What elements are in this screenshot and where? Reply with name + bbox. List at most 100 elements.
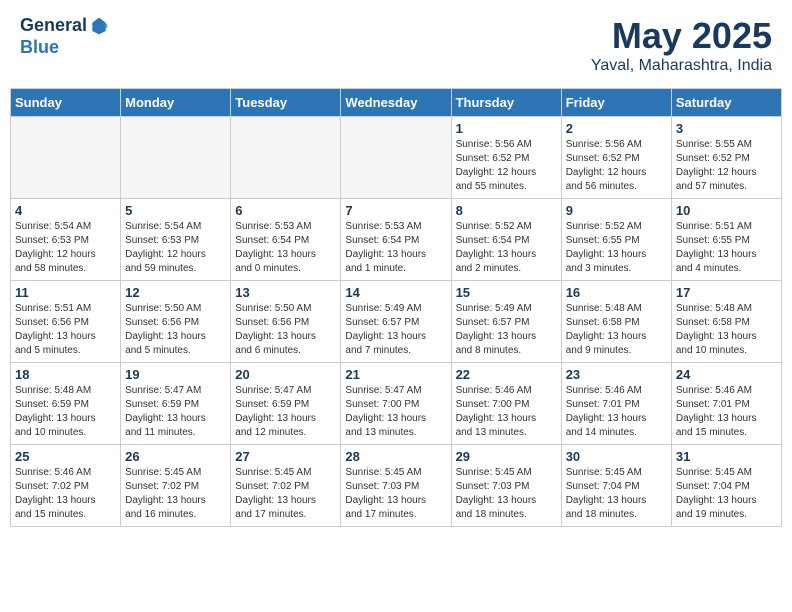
calendar-cell: 13 Sunrise: 5:50 AM Sunset: 6:56 PM Dayli… <box>231 281 341 363</box>
day-number: 21 <box>345 367 446 382</box>
day-info: Sunrise: 5:50 AM Sunset: 6:56 PM Dayligh… <box>235 302 336 358</box>
day-number: 6 <box>235 203 336 218</box>
day-info: Sunrise: 5:48 AM Sunset: 6:58 PM Dayligh… <box>676 302 777 358</box>
day-info: Sunrise: 5:45 AM Sunset: 7:03 PM Dayligh… <box>345 466 446 522</box>
day-number: 12 <box>125 285 226 300</box>
weekday-header-saturday: Saturday <box>671 89 781 117</box>
main-title: May 2025 <box>591 15 772 57</box>
weekday-header-tuesday: Tuesday <box>231 89 341 117</box>
weekday-header-row: SundayMondayTuesdayWednesdayThursdayFrid… <box>11 89 782 117</box>
day-number: 16 <box>566 285 667 300</box>
day-number: 26 <box>125 449 226 464</box>
title-block: May 2025 Yaval, Maharashtra, India <box>591 15 772 75</box>
day-info: Sunrise: 5:51 AM Sunset: 6:55 PM Dayligh… <box>676 220 777 276</box>
calendar-week-row: 4 Sunrise: 5:54 AM Sunset: 6:53 PM Daylig… <box>11 199 782 281</box>
day-number: 28 <box>345 449 446 464</box>
calendar-cell: 12 Sunrise: 5:50 AM Sunset: 6:56 PM Dayli… <box>121 281 231 363</box>
day-number: 3 <box>676 121 777 136</box>
day-number: 18 <box>15 367 116 382</box>
day-number: 13 <box>235 285 336 300</box>
logo-icon <box>89 16 109 36</box>
weekday-header-friday: Friday <box>561 89 671 117</box>
calendar-week-row: 11 Sunrise: 5:51 AM Sunset: 6:56 PM Dayli… <box>11 281 782 363</box>
day-number: 29 <box>456 449 557 464</box>
calendar-week-row: 1 Sunrise: 5:56 AM Sunset: 6:52 PM Daylig… <box>11 117 782 199</box>
logo: General Blue <box>20 15 109 58</box>
logo-text-blue: Blue <box>20 37 109 59</box>
calendar-cell: 19 Sunrise: 5:47 AM Sunset: 6:59 PM Dayli… <box>121 363 231 445</box>
day-info: Sunrise: 5:46 AM Sunset: 7:01 PM Dayligh… <box>676 384 777 440</box>
day-number: 1 <box>456 121 557 136</box>
day-info: Sunrise: 5:51 AM Sunset: 6:56 PM Dayligh… <box>15 302 116 358</box>
day-number: 9 <box>566 203 667 218</box>
day-info: Sunrise: 5:52 AM Sunset: 6:54 PM Dayligh… <box>456 220 557 276</box>
calendar-cell: 27Sunrise: 5:45 AM Sunset: 7:02 PM Dayli… <box>231 445 341 527</box>
day-info: Sunrise: 5:47 AM Sunset: 7:00 PM Dayligh… <box>345 384 446 440</box>
day-info: Sunrise: 5:45 AM Sunset: 7:02 PM Dayligh… <box>125 466 226 522</box>
day-info: Sunrise: 5:47 AM Sunset: 6:59 PM Dayligh… <box>235 384 336 440</box>
calendar-cell: 2Sunrise: 5:56 AM Sunset: 6:52 PM Daylig… <box>561 117 671 199</box>
calendar-cell: 16 Sunrise: 5:48 AM Sunset: 6:58 PM Dayli… <box>561 281 671 363</box>
calendar-cell <box>121 117 231 199</box>
day-info: Sunrise: 5:54 AM Sunset: 6:53 PM Dayligh… <box>15 220 116 276</box>
calendar-cell: 15Sunrise: 5:49 AM Sunset: 6:57 PM Dayli… <box>451 281 561 363</box>
calendar-cell: 11 Sunrise: 5:51 AM Sunset: 6:56 PM Dayli… <box>11 281 121 363</box>
day-number: 20 <box>235 367 336 382</box>
day-info: Sunrise: 5:48 AM Sunset: 6:59 PM Dayligh… <box>15 384 116 440</box>
calendar-cell: 3Sunrise: 5:55 AM Sunset: 6:52 PM Daylig… <box>671 117 781 199</box>
day-number: 14 <box>345 285 446 300</box>
day-number: 25 <box>15 449 116 464</box>
day-number: 31 <box>676 449 777 464</box>
day-info: Sunrise: 5:45 AM Sunset: 7:04 PM Dayligh… <box>566 466 667 522</box>
day-number: 5 <box>125 203 226 218</box>
calendar-cell: 5 Sunrise: 5:54 AM Sunset: 6:53 PM Daylig… <box>121 199 231 281</box>
day-number: 7 <box>345 203 446 218</box>
weekday-header-wednesday: Wednesday <box>341 89 451 117</box>
day-info: Sunrise: 5:56 AM Sunset: 6:52 PM Dayligh… <box>566 138 667 194</box>
calendar-cell: 8 Sunrise: 5:52 AM Sunset: 6:54 PM Daylig… <box>451 199 561 281</box>
calendar-cell: 18 Sunrise: 5:48 AM Sunset: 6:59 PM Dayli… <box>11 363 121 445</box>
calendar-cell: 6 Sunrise: 5:53 AM Sunset: 6:54 PM Daylig… <box>231 199 341 281</box>
day-info: Sunrise: 5:45 AM Sunset: 7:03 PM Dayligh… <box>456 466 557 522</box>
page-header: General Blue May 2025 Yaval, Maharashtra… <box>10 10 782 80</box>
calendar-cell: 25Sunrise: 5:46 AM Sunset: 7:02 PM Dayli… <box>11 445 121 527</box>
day-number: 19 <box>125 367 226 382</box>
day-number: 17 <box>676 285 777 300</box>
day-number: 11 <box>15 285 116 300</box>
calendar-cell: 30 Sunrise: 5:45 AM Sunset: 7:04 PM Dayli… <box>561 445 671 527</box>
calendar-cell: 7 Sunrise: 5:53 AM Sunset: 6:54 PM Daylig… <box>341 199 451 281</box>
day-info: Sunrise: 5:45 AM Sunset: 7:04 PM Dayligh… <box>676 466 777 522</box>
calendar-cell: 22Sunrise: 5:46 AM Sunset: 7:00 PM Dayli… <box>451 363 561 445</box>
calendar-cell <box>341 117 451 199</box>
calendar-cell: 29 Sunrise: 5:45 AM Sunset: 7:03 PM Dayli… <box>451 445 561 527</box>
calendar-week-row: 25Sunrise: 5:46 AM Sunset: 7:02 PM Dayli… <box>11 445 782 527</box>
calendar-cell: 4 Sunrise: 5:54 AM Sunset: 6:53 PM Daylig… <box>11 199 121 281</box>
calendar-cell: 23 Sunrise: 5:46 AM Sunset: 7:01 PM Dayli… <box>561 363 671 445</box>
day-info: Sunrise: 5:46 AM Sunset: 7:01 PM Dayligh… <box>566 384 667 440</box>
day-info: Sunrise: 5:53 AM Sunset: 6:54 PM Dayligh… <box>345 220 446 276</box>
calendar-cell: 9Sunrise: 5:52 AM Sunset: 6:55 PM Daylig… <box>561 199 671 281</box>
calendar-cell: 20 Sunrise: 5:47 AM Sunset: 6:59 PM Dayli… <box>231 363 341 445</box>
calendar-cell: 1 Sunrise: 5:56 AM Sunset: 6:52 PM Daylig… <box>451 117 561 199</box>
calendar-table: SundayMondayTuesdayWednesdayThursdayFrid… <box>10 88 782 527</box>
calendar-week-row: 18 Sunrise: 5:48 AM Sunset: 6:59 PM Dayli… <box>11 363 782 445</box>
day-number: 4 <box>15 203 116 218</box>
calendar-cell: 26 Sunrise: 5:45 AM Sunset: 7:02 PM Dayli… <box>121 445 231 527</box>
day-info: Sunrise: 5:45 AM Sunset: 7:02 PM Dayligh… <box>235 466 336 522</box>
day-info: Sunrise: 5:47 AM Sunset: 6:59 PM Dayligh… <box>125 384 226 440</box>
day-number: 8 <box>456 203 557 218</box>
day-number: 30 <box>566 449 667 464</box>
day-number: 23 <box>566 367 667 382</box>
calendar-cell: 28 Sunrise: 5:45 AM Sunset: 7:03 PM Dayli… <box>341 445 451 527</box>
calendar-cell: 21 Sunrise: 5:47 AM Sunset: 7:00 PM Dayli… <box>341 363 451 445</box>
day-number: 24 <box>676 367 777 382</box>
calendar-cell: 31 Sunrise: 5:45 AM Sunset: 7:04 PM Dayli… <box>671 445 781 527</box>
day-info: Sunrise: 5:54 AM Sunset: 6:53 PM Dayligh… <box>125 220 226 276</box>
weekday-header-sunday: Sunday <box>11 89 121 117</box>
day-info: Sunrise: 5:53 AM Sunset: 6:54 PM Dayligh… <box>235 220 336 276</box>
subtitle: Yaval, Maharashtra, India <box>591 57 772 75</box>
calendar-cell: 17 Sunrise: 5:48 AM Sunset: 6:58 PM Dayli… <box>671 281 781 363</box>
day-info: Sunrise: 5:56 AM Sunset: 6:52 PM Dayligh… <box>456 138 557 194</box>
day-info: Sunrise: 5:48 AM Sunset: 6:58 PM Dayligh… <box>566 302 667 358</box>
day-info: Sunrise: 5:50 AM Sunset: 6:56 PM Dayligh… <box>125 302 226 358</box>
